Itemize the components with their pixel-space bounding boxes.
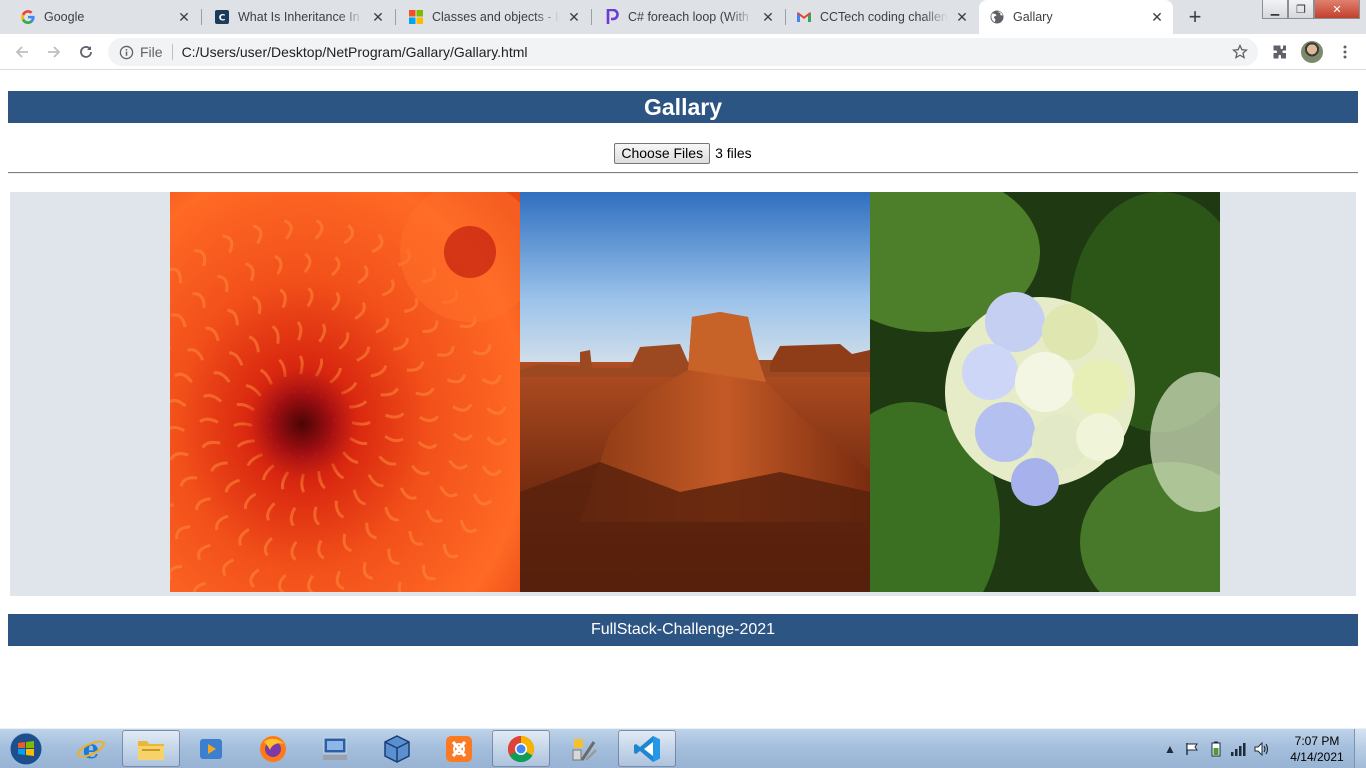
close-icon[interactable]: ✕ bbox=[1149, 9, 1165, 25]
back-arrow-icon bbox=[15, 46, 28, 58]
programiz-icon bbox=[604, 9, 620, 25]
firefox-icon bbox=[260, 735, 286, 762]
minimize-button[interactable]: ▁ bbox=[1262, 0, 1288, 19]
taskbar-chrome[interactable] bbox=[492, 730, 550, 767]
clock-time: 7:07 PM bbox=[1294, 734, 1340, 748]
virtualbox-icon bbox=[384, 734, 410, 763]
bookmark-star-icon[interactable] bbox=[1232, 44, 1248, 60]
close-icon[interactable]: ✕ bbox=[954, 9, 970, 25]
microsoft-icon bbox=[408, 9, 424, 25]
browser-tab-strip: Google ✕ C What Is Inheritance In C# ✕ C… bbox=[0, 0, 1366, 34]
close-icon[interactable]: ✕ bbox=[370, 9, 386, 25]
choose-files-button[interactable]: Choose Files bbox=[614, 142, 711, 164]
taskbar-firefox[interactable] bbox=[244, 730, 302, 767]
maximize-button[interactable]: ❐ bbox=[1288, 0, 1314, 19]
new-tab-button[interactable]: + bbox=[1182, 4, 1208, 29]
show-hidden-icons-icon[interactable]: ▲ bbox=[1162, 741, 1178, 757]
page-title: Gallary bbox=[8, 91, 1358, 123]
google-icon bbox=[20, 9, 36, 25]
system-clock[interactable]: 7:07 PM 4/14/2021 bbox=[1280, 733, 1354, 765]
tab-title: C# foreach loop (With Examples) bbox=[628, 10, 754, 24]
close-window-button[interactable]: ✕ bbox=[1314, 0, 1360, 19]
page-viewport: Gallary Choose Files 3 files FullStack-C… bbox=[0, 71, 1366, 727]
svg-text:C: C bbox=[219, 14, 226, 24]
file-count-label: 3 files bbox=[715, 145, 752, 161]
show-desktop-button[interactable] bbox=[1354, 729, 1366, 768]
back-button[interactable] bbox=[10, 40, 34, 64]
gmail-icon bbox=[796, 9, 812, 25]
tab-title: Gallary bbox=[1013, 10, 1053, 24]
action-center-flag-icon[interactable] bbox=[1184, 741, 1200, 757]
tab-title: Google bbox=[44, 10, 85, 24]
globe-icon bbox=[989, 9, 1005, 25]
info-icon[interactable] bbox=[118, 44, 134, 60]
taskbar-remote-desktop[interactable] bbox=[306, 730, 364, 767]
tab-title: Classes and objects - Introduction bbox=[432, 10, 560, 24]
close-icon[interactable]: ✕ bbox=[566, 9, 582, 25]
chrysanthemum-photo bbox=[170, 192, 520, 592]
taskbar-internet-explorer[interactable]: e bbox=[62, 730, 120, 767]
address-bar[interactable]: File C:/Users/user/Desktop/NetProgram/Ga… bbox=[108, 38, 1258, 66]
file-upload-row: Choose Files 3 files bbox=[0, 142, 1366, 164]
windows-logo-icon bbox=[9, 732, 43, 766]
system-tray: ▲ bbox=[1160, 729, 1280, 768]
taskbar-vscode[interactable] bbox=[618, 730, 676, 767]
menu-kebab-icon[interactable] bbox=[1335, 42, 1355, 62]
media-player-icon bbox=[200, 738, 222, 759]
page-footer: FullStack-Challenge-2021 bbox=[8, 614, 1358, 646]
taskbar-file-explorer[interactable] bbox=[122, 730, 180, 767]
svg-text:e: e bbox=[83, 735, 100, 764]
desert-photo bbox=[520, 192, 870, 592]
close-icon[interactable]: ✕ bbox=[176, 9, 192, 25]
xampp-icon bbox=[446, 735, 472, 762]
scheme-label: File bbox=[140, 44, 163, 60]
chrome-icon bbox=[507, 735, 535, 762]
start-button[interactable] bbox=[6, 731, 46, 767]
tab-gallary[interactable]: Gallary ✕ bbox=[979, 0, 1173, 34]
taskbar-media-player[interactable] bbox=[182, 730, 240, 767]
address-divider bbox=[171, 44, 173, 60]
windows-taskbar: e ▲ 7:07 PM 4/14/2021 bbox=[0, 728, 1366, 768]
tab-classes-objects[interactable]: Classes and objects - Introduction ✕ bbox=[396, 0, 590, 34]
tab-title: What Is Inheritance In C# bbox=[238, 10, 364, 24]
taskbar-xampp[interactable] bbox=[430, 730, 488, 767]
network-signal-icon[interactable] bbox=[1230, 741, 1246, 757]
csharpcorner-icon: C bbox=[214, 9, 230, 25]
forward-button[interactable] bbox=[42, 40, 66, 64]
hydrangeas-photo bbox=[870, 192, 1220, 592]
taskbar-tools[interactable] bbox=[556, 730, 614, 767]
file-explorer-icon bbox=[138, 740, 164, 760]
url-text[interactable]: C:/Users/user/Desktop/NetProgram/Gallary… bbox=[182, 44, 528, 60]
vscode-icon bbox=[634, 735, 660, 762]
reload-button[interactable] bbox=[74, 40, 98, 64]
battery-icon[interactable] bbox=[1208, 741, 1224, 757]
profile-avatar[interactable] bbox=[1301, 41, 1323, 63]
forward-arrow-icon bbox=[48, 46, 61, 58]
tools-icon bbox=[572, 738, 597, 761]
gallery-container bbox=[10, 192, 1356, 596]
volume-icon[interactable] bbox=[1254, 741, 1270, 757]
tab-title: CCTech coding challenge bbox=[820, 10, 948, 24]
tab-gmail[interactable]: CCTech coding challenge ✕ bbox=[786, 0, 978, 34]
horizontal-rule bbox=[8, 172, 1358, 174]
remote-desktop-icon bbox=[323, 737, 347, 760]
tab-inheritance[interactable]: C What Is Inheritance In C# ✕ bbox=[202, 0, 394, 34]
close-icon[interactable]: ✕ bbox=[760, 9, 776, 25]
browser-toolbar: File C:/Users/user/Desktop/NetProgram/Ga… bbox=[0, 34, 1366, 70]
tab-google[interactable]: Google ✕ bbox=[0, 0, 200, 34]
taskbar-virtualbox[interactable] bbox=[368, 730, 426, 767]
tab-foreach-loop[interactable]: C# foreach loop (With Examples) ✕ bbox=[592, 0, 784, 34]
clock-date: 4/14/2021 bbox=[1290, 750, 1344, 764]
internet-explorer-icon: e bbox=[77, 735, 105, 764]
reload-icon bbox=[80, 46, 92, 58]
extensions-icon[interactable] bbox=[1270, 42, 1290, 62]
